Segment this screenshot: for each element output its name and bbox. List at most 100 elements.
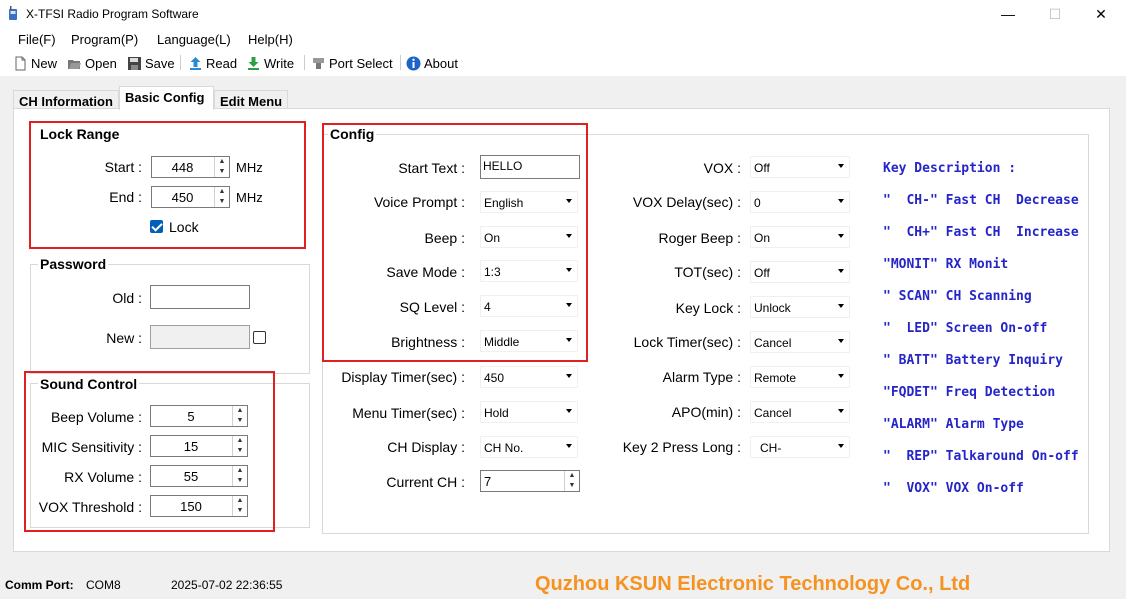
key-lock-select[interactable]: Unlock: [750, 296, 850, 318]
beep-select[interactable]: On: [480, 226, 578, 248]
company-name: Quzhou KSUN Electronic Technology Co., L…: [535, 573, 971, 595]
end-label: End :: [109, 189, 142, 205]
read-button[interactable]: Read: [188, 54, 237, 72]
spin-down-icon[interactable]: ▼: [565, 481, 579, 491]
dropdown-arrow-icon: [838, 409, 844, 413]
key-description-line: " LED" Screen On-off: [883, 321, 1048, 336]
spin-up-icon[interactable]: ▲: [233, 436, 247, 446]
beep-label: Beep :: [424, 230, 465, 246]
key-lock-label: Key Lock :: [675, 300, 741, 316]
dropdown-arrow-icon: [566, 303, 572, 307]
menu-file[interactable]: File(F): [18, 32, 56, 47]
tab-ch-information[interactable]: CH Information: [13, 90, 119, 110]
minimize-button[interactable]: —: [985, 0, 1031, 28]
ch-display-select[interactable]: CH No.: [480, 436, 578, 458]
write-button[interactable]: Write: [246, 54, 294, 72]
key2-press-long-label: Key 2 Press Long :: [622, 439, 741, 455]
sq-level-select[interactable]: 4: [480, 295, 578, 317]
beep-volume-spinner[interactable]: 5 ▲ ▼: [150, 405, 248, 427]
spin-up-icon[interactable]: ▲: [215, 157, 229, 167]
key-description-line: " VOX" VOX On-off: [883, 481, 1024, 496]
tot-select[interactable]: Off: [750, 261, 850, 283]
dropdown-arrow-icon: [566, 234, 572, 238]
beep-value: On: [484, 231, 501, 245]
key2-press-long-select[interactable]: CH-: [750, 436, 850, 458]
apo-select[interactable]: Cancel: [750, 401, 850, 423]
open-folder-icon: [68, 59, 81, 69]
spin-up-icon[interactable]: ▲: [565, 471, 579, 481]
dropdown-arrow-icon: [838, 444, 844, 448]
spin-down-icon[interactable]: ▼: [233, 506, 247, 516]
key-description-line: "ALARM" Alarm Type: [883, 417, 1024, 432]
lock-checkbox[interactable]: [150, 220, 163, 233]
spin-up-icon[interactable]: ▲: [233, 466, 247, 476]
sound-control-title: Sound Control: [38, 376, 140, 392]
password-title: Password: [38, 256, 109, 272]
save-disk-icon: [128, 56, 141, 70]
brightness-select[interactable]: Middle: [480, 330, 578, 352]
close-button[interactable]: ✕: [1078, 0, 1124, 28]
port-plug-icon: [313, 57, 324, 69]
start-freq-value: 448: [171, 160, 194, 175]
save-mode-select[interactable]: 1:3: [480, 260, 578, 282]
roger-beep-select[interactable]: On: [750, 226, 850, 248]
key-description-line: " BATT" Battery Inquiry: [883, 353, 1064, 368]
tab-basic-config[interactable]: Basic Config: [119, 86, 214, 110]
dropdown-arrow-icon: [566, 409, 572, 413]
show-password-checkbox[interactable]: [253, 331, 266, 344]
spin-down-icon[interactable]: ▼: [215, 167, 229, 177]
spin-up-icon[interactable]: ▲: [233, 496, 247, 506]
dropdown-arrow-icon: [566, 374, 572, 378]
menu-help[interactable]: Help(H): [248, 32, 293, 47]
old-password-input[interactable]: [150, 285, 250, 309]
vox-select[interactable]: Off: [750, 156, 850, 178]
spin-up-icon[interactable]: ▲: [233, 406, 247, 416]
start-text-input[interactable]: HELLO: [480, 155, 580, 179]
port-select-button[interactable]: Port Select: [311, 54, 393, 72]
voice-prompt-select[interactable]: English: [480, 191, 578, 213]
config-title: Config: [328, 126, 377, 142]
save-mode-label: Save Mode :: [386, 264, 465, 280]
maximize-button[interactable]: ☐: [1032, 0, 1078, 28]
lock-label: Lock: [169, 219, 199, 235]
read-arrow-up-icon: [190, 56, 201, 70]
end-freq-spinner[interactable]: 450 ▲ ▼: [151, 186, 230, 208]
alarm-type-label: Alarm Type :: [662, 369, 741, 385]
write-label: Write: [264, 55, 295, 71]
lock-timer-select[interactable]: Cancel: [750, 331, 850, 353]
toolbar: New Open Save Read Write Port Select Abo…: [0, 50, 1126, 76]
about-button[interactable]: About: [406, 54, 458, 72]
display-timer-select[interactable]: 450: [480, 366, 578, 388]
mic-sensitivity-spinner[interactable]: 15 ▲ ▼: [150, 435, 248, 457]
save-button[interactable]: Save: [127, 54, 175, 72]
comm-port-value: COM8: [86, 578, 121, 592]
spin-up-icon[interactable]: ▲: [215, 187, 229, 197]
tab-edit-menu[interactable]: Edit Menu: [214, 90, 288, 110]
sq-level-value: 4: [484, 300, 491, 314]
new-button[interactable]: New: [13, 54, 57, 72]
spin-down-icon[interactable]: ▼: [233, 476, 247, 486]
start-freq-spinner[interactable]: 448 ▲ ▼: [151, 156, 230, 178]
spin-down-icon[interactable]: ▼: [233, 446, 247, 456]
dropdown-arrow-icon: [838, 164, 844, 168]
sq-level-label: SQ Level :: [399, 299, 465, 315]
spin-down-icon[interactable]: ▼: [233, 416, 247, 426]
vox-delay-select[interactable]: 0: [750, 191, 850, 213]
menu-program[interactable]: Program(P): [71, 32, 138, 47]
password-group: [30, 264, 310, 374]
new-file-icon: [15, 56, 26, 70]
new-password-input[interactable]: [150, 325, 250, 349]
spin-down-icon[interactable]: ▼: [215, 197, 229, 207]
start-text-label: Start Text :: [398, 160, 465, 176]
alarm-type-select[interactable]: Remote: [750, 366, 850, 388]
menu-language[interactable]: Language(L): [157, 32, 231, 47]
open-button[interactable]: Open: [67, 54, 117, 72]
vox-threshold-label: VOX Threshold :: [38, 499, 142, 515]
start-label: Start :: [104, 159, 142, 175]
menu-timer-select[interactable]: Hold: [480, 401, 578, 423]
current-ch-spinner[interactable]: 7 ▲ ▼: [480, 470, 580, 492]
rx-volume-spinner[interactable]: 55 ▲ ▼: [150, 465, 248, 487]
toolbar-separator: [304, 55, 305, 70]
ch-display-label: CH Display :: [387, 439, 465, 455]
vox-threshold-spinner[interactable]: 150 ▲ ▼: [150, 495, 248, 517]
